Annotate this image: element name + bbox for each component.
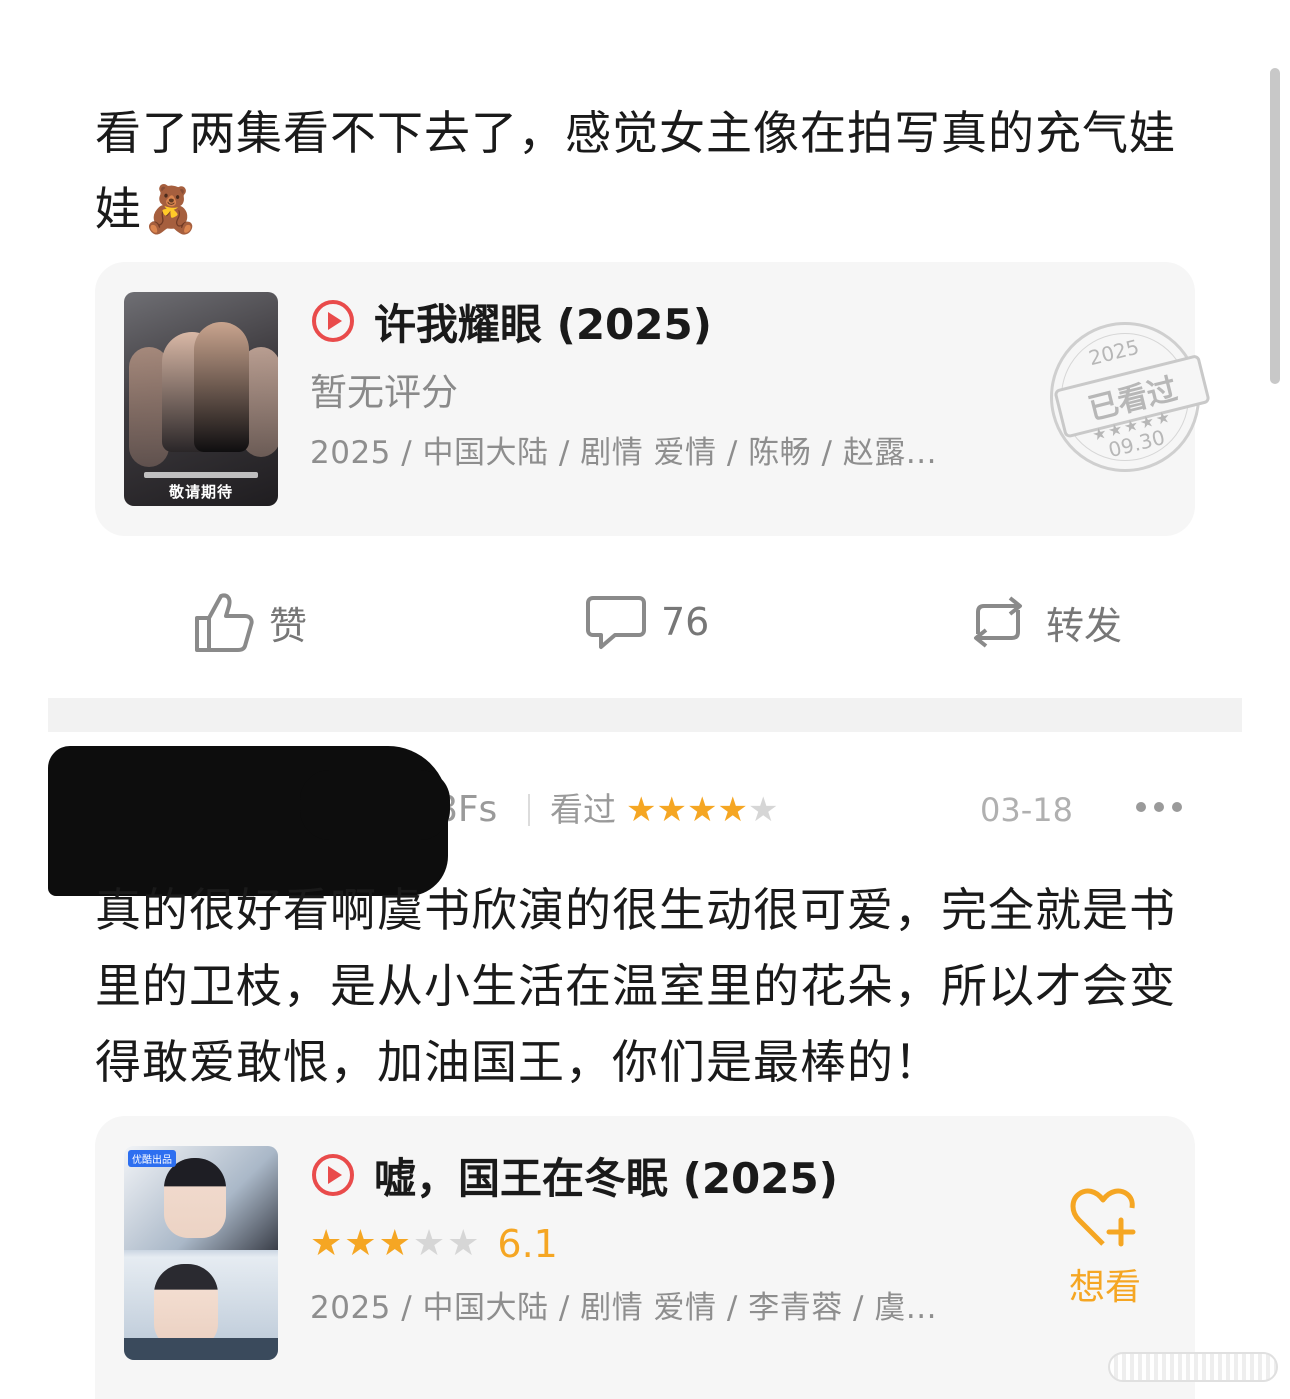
post-date: 03-18 bbox=[980, 791, 1073, 829]
movie-title: 许我耀眼 (2025) bbox=[374, 299, 712, 349]
like-label: 赞 bbox=[269, 603, 308, 648]
movie-title: 嘘，国王在冬眠 (2025) bbox=[374, 1153, 838, 1203]
share-label: 转发 bbox=[1046, 603, 1123, 648]
movie-meta: 2025 / 中国大陆 / 剧情 爱情 / 陈畅 / 赵露... bbox=[310, 435, 937, 471]
movie-title-row[interactable]: 嘘，国王在冬眠 (2025) bbox=[310, 1148, 838, 1203]
star-empty-icon: ★ bbox=[747, 790, 779, 830]
post-text: 看了两集看不下去了，感觉女主像在拍写真的充气娃娃🧸 bbox=[95, 106, 1176, 236]
rating-text: 暂无评分 bbox=[310, 371, 458, 414]
movie-card[interactable]: 敬请期待 许我耀眼 (2025) 暂无评分 2025 / 中国大陆 / 剧情 爱… bbox=[95, 262, 1216, 536]
home-indicator bbox=[1108, 1352, 1278, 1382]
star-empty-icon: ★ bbox=[447, 1223, 480, 1264]
movie-rating: ★ ★ ★ ★ ★ 6.1 bbox=[310, 1222, 558, 1266]
star-filled-icon: ★ bbox=[378, 1223, 411, 1264]
post-text: 真的很好看啊虞书欣演的很生动很可爱，完全就是书里的卫枝，是从小生活在温室里的花朵… bbox=[95, 883, 1176, 1089]
section-divider bbox=[48, 698, 1242, 732]
movie-meta: 2025 / 中国大陆 / 剧情 爱情 / 李青蓉 / 虞... bbox=[310, 1290, 937, 1326]
like-button[interactable]: 赞 bbox=[193, 586, 307, 658]
want-label: 想看 bbox=[1068, 1267, 1141, 1308]
repost-icon bbox=[974, 596, 1022, 648]
watched-stamp-icon: 2025 已看过 ★★★★★ 09.30 bbox=[1034, 306, 1216, 488]
play-icon bbox=[312, 300, 354, 342]
movie-rating-stars: ★ ★ ★ ★ ★ bbox=[310, 1224, 481, 1264]
star-filled-icon: ★ bbox=[686, 790, 718, 830]
star-filled-icon: ★ bbox=[656, 790, 687, 830]
share-button[interactable]: 转发 bbox=[964, 586, 1122, 658]
separator bbox=[528, 794, 530, 826]
thumbs-up-icon bbox=[195, 593, 254, 652]
comment-icon bbox=[586, 596, 646, 649]
want-to-watch-button[interactable]: 想看 bbox=[1055, 1186, 1155, 1310]
poster-tag: 优酷出品 bbox=[128, 1150, 176, 1167]
watch-status: 看过 bbox=[550, 790, 616, 829]
redaction-mark bbox=[300, 770, 450, 840]
star-filled-icon: ★ bbox=[310, 1223, 343, 1264]
movie-card[interactable]: 优酷出品 嘘，国王在冬眠 (2025) ★ ★ ★ ★ ★ 6.1 2025 / 中国大… bbox=[95, 1116, 1195, 1399]
movie-score: 6.1 bbox=[497, 1222, 558, 1266]
star-filled-icon: ★ bbox=[626, 790, 657, 830]
star-filled-icon: ★ bbox=[344, 1223, 377, 1264]
movie-poster: 敬请期待 bbox=[124, 292, 278, 506]
movie-poster: 优酷出品 bbox=[124, 1146, 278, 1360]
movie-title-row[interactable]: 许我耀眼 (2025) bbox=[310, 294, 712, 349]
scrollbar[interactable] bbox=[1270, 68, 1280, 384]
star-empty-icon: ★ bbox=[412, 1223, 446, 1264]
post-actions: 赞 76 转发 bbox=[0, 586, 1290, 658]
star-filled-icon: ★ bbox=[717, 790, 748, 830]
poster-caption: 敬请期待 bbox=[168, 483, 233, 501]
user-rating-stars: ★ ★ ★ ★ ★ bbox=[626, 790, 778, 830]
heart-plus-icon bbox=[1070, 1188, 1136, 1247]
comment-count: 76 bbox=[661, 600, 710, 644]
play-icon bbox=[312, 1154, 354, 1196]
more-options-icon[interactable] bbox=[1136, 802, 1182, 812]
comment-button[interactable]: 76 bbox=[585, 586, 709, 658]
